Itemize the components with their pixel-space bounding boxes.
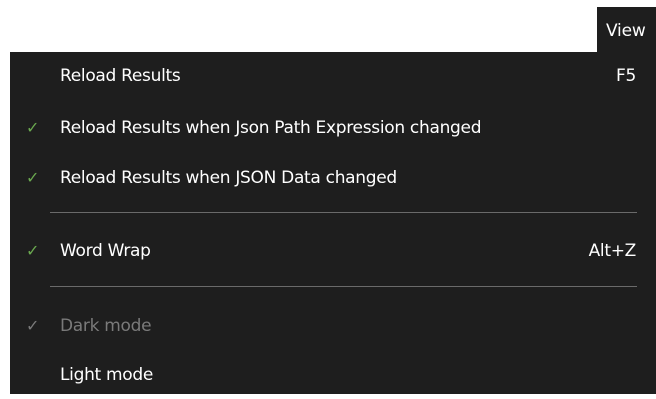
- menu-item-shortcut: F5: [616, 66, 636, 86]
- menu-item-word-wrap[interactable]: ✓ Word Wrap Alt+Z: [10, 227, 656, 275]
- menu-item-shortcut: Alt+Z: [588, 241, 637, 261]
- menu-item-reload-on-data-change[interactable]: ✓ Reload Results when JSON Data changed: [10, 154, 656, 202]
- checkmark-icon: ✓: [26, 316, 40, 335]
- menu-item-label: Reload Results when Json Path Expression…: [60, 118, 482, 138]
- view-menu-dropdown: Reload Results F5 ✓ Reload Results when …: [10, 52, 656, 394]
- menu-item-label: Light mode: [60, 365, 154, 385]
- menu-item-reload-on-expression-change[interactable]: ✓ Reload Results when Json Path Expressi…: [10, 104, 656, 152]
- menu-item-label: Dark mode: [60, 316, 152, 336]
- checkmark-icon: ✓: [26, 118, 40, 137]
- menu-view-label: View: [606, 21, 646, 41]
- menu-item-label: Reload Results when JSON Data changed: [60, 168, 397, 188]
- menu-item-label: Word Wrap: [60, 241, 151, 261]
- menu-separator: [50, 286, 637, 287]
- menu-item-dark-mode: ✓ Dark mode: [10, 302, 656, 350]
- menu-separator: [50, 212, 637, 213]
- menu-item-reload-results[interactable]: Reload Results F5: [10, 52, 656, 100]
- menu-item-light-mode[interactable]: Light mode: [10, 351, 656, 399]
- checkmark-icon: ✓: [26, 168, 40, 187]
- menu-view[interactable]: View: [597, 7, 656, 52]
- checkmark-icon: ✓: [26, 241, 40, 260]
- menu-item-label: Reload Results: [60, 66, 181, 86]
